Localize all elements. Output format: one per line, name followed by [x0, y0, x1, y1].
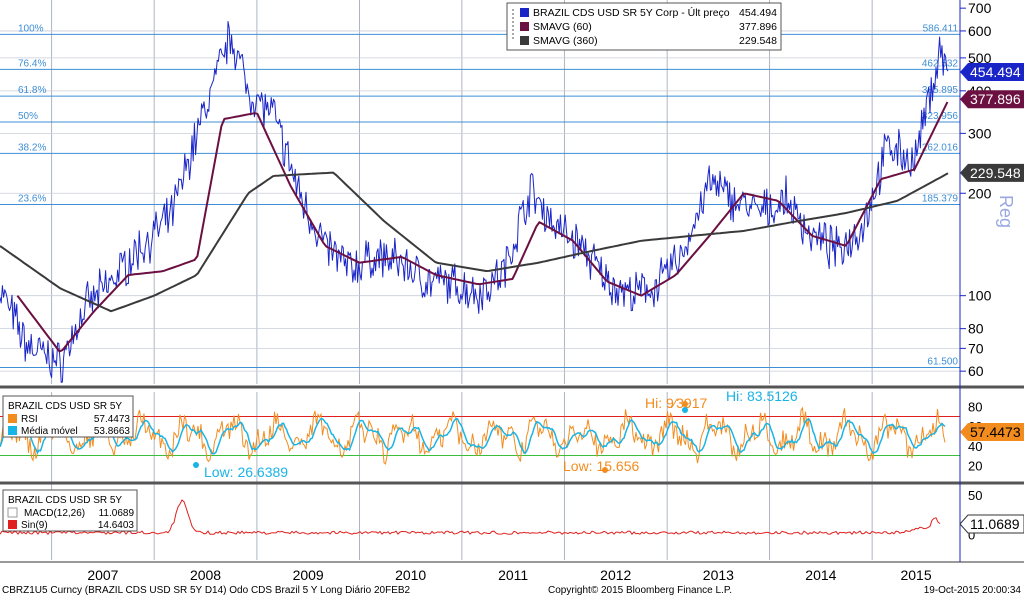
- legend-value: 11.0689: [99, 508, 135, 519]
- y-tick-label: 700: [968, 0, 992, 16]
- tag-label: 454.494: [970, 64, 1021, 80]
- rsi-ma-low-marker: [193, 462, 199, 468]
- rsi-annotation: Low: 26.6389: [204, 464, 288, 480]
- legend-name: Sin(9): [21, 520, 48, 531]
- rsi-hi-marker: [682, 401, 688, 407]
- price-tag: 229.548: [960, 163, 1024, 182]
- legend-name: RSI: [21, 414, 38, 425]
- tag-label: 377.896: [970, 91, 1021, 107]
- legend-value: 53.8663: [94, 426, 131, 437]
- y-tick-label: 300: [968, 125, 992, 141]
- rsi-legend: BRAZIL CDS USD SR 5Y RSI 57.4473 Média móve…: [2, 395, 134, 438]
- y-tick-label: 600: [968, 23, 992, 39]
- x-tick-label: 2007: [87, 567, 118, 583]
- legend-value: 14.6403: [98, 520, 135, 531]
- legend-swatch: [520, 36, 529, 45]
- fib-pct-label: 38.2%: [18, 142, 46, 153]
- legend-value: 229.548: [739, 35, 777, 47]
- legend-title: BRAZIL CDS USD SR 5Y: [8, 401, 122, 412]
- x-tick-label: 2009: [293, 567, 324, 583]
- x-tick-label: 2010: [395, 567, 426, 583]
- y-tick-label: 80: [968, 321, 984, 337]
- price-tag: 454.494: [960, 62, 1024, 81]
- rsi-ma-hi-marker: [682, 407, 688, 413]
- fib-pct-label: 50%: [18, 111, 38, 122]
- price-legend: BRAZIL CDS USD SR 5Y Corp - Últ preço 454…: [506, 2, 782, 51]
- fib-pct-label: 100%: [18, 23, 44, 34]
- x-tick-label: 2014: [805, 567, 836, 583]
- legend-value: 454.494: [739, 7, 777, 19]
- price-tag: 377.896: [960, 90, 1024, 109]
- footer-left: CBRZ1U5 Curncy (BRAZIL CDS USD SR 5Y D14…: [2, 585, 411, 596]
- legend-title: BRAZIL CDS USD SR 5Y: [8, 495, 122, 506]
- rsi-tick-label: 40: [968, 439, 982, 454]
- footer-copyright: Copyright© 2015 Bloomberg Finance L.P.: [548, 585, 732, 596]
- fib-value-label: 462.532: [922, 58, 959, 69]
- macd-legend: BRAZIL CDS USD SR 5Y MACD(12,26) 11.0689 Si…: [2, 489, 138, 532]
- rsi-annotation: Hi: 9⁄3917: [645, 395, 707, 411]
- bloomberg-chart: 100% 586.41176.4% 462.53261.8% 385.89550% 32…: [0, 0, 1024, 597]
- y-tick-label: 200: [968, 185, 992, 201]
- x-tick-label: 2012: [600, 567, 631, 583]
- fib-pct-label: 23.6%: [18, 193, 46, 204]
- x-tick-label: 2008: [190, 567, 221, 583]
- x-tick-label: 2013: [703, 567, 734, 583]
- legend-swatch: [520, 22, 529, 31]
- legend-swatch: [8, 520, 17, 529]
- rsi-annotation: Low: 15.656: [563, 458, 639, 474]
- y-tick-label: 100: [968, 288, 992, 304]
- rsi-annotation: Hi: 83.5126: [726, 388, 798, 404]
- x-tick-label: 2011: [498, 567, 528, 583]
- legend-name: MACD(12,26): [24, 508, 85, 519]
- fib-pct-label: 76.4%: [18, 58, 46, 69]
- legend-swatch: [520, 8, 529, 17]
- legend-value: 57.4473: [94, 414, 131, 425]
- fib-value-label: 586.411: [923, 23, 959, 34]
- y-tick-label: 60: [968, 363, 984, 379]
- legend-name: SMAVG (60): [533, 21, 592, 33]
- footer-timestamp: 19-Oct-2015 20:00:34: [924, 585, 1022, 596]
- fib-pct-label: 61.8%: [18, 85, 46, 96]
- tag-label: 11.0689: [970, 516, 1020, 532]
- rsi-tick-label: 20: [968, 458, 982, 473]
- legend-name: Média móvel: [21, 426, 78, 437]
- x-tick-label: 2015: [900, 567, 931, 583]
- macd-tag: 11.0689: [959, 514, 1024, 534]
- fib-value-label: 185.379: [922, 193, 959, 204]
- rsi-low-marker: [602, 467, 608, 473]
- legend-value: 377.896: [739, 21, 777, 33]
- rsi-tick-label: 80: [968, 400, 982, 415]
- y-tick-label: 70: [968, 340, 984, 356]
- tag-label: 229.548: [970, 165, 1021, 181]
- rsi-tag: 57.4473: [960, 423, 1024, 441]
- tag-label: 57.4473: [970, 424, 1021, 440]
- y-axis-title: Reg: [996, 195, 1016, 228]
- macd-tick-label: 50: [968, 488, 982, 503]
- fib-value-label: 61.500: [927, 356, 958, 367]
- legend-name: BRAZIL CDS USD SR 5Y Corp - Últ preço: [533, 6, 730, 19]
- legend-swatch: [8, 426, 17, 435]
- legend-name: SMAVG (360): [533, 35, 598, 47]
- legend-swatch: [7, 507, 18, 518]
- legend-swatch: [8, 414, 17, 423]
